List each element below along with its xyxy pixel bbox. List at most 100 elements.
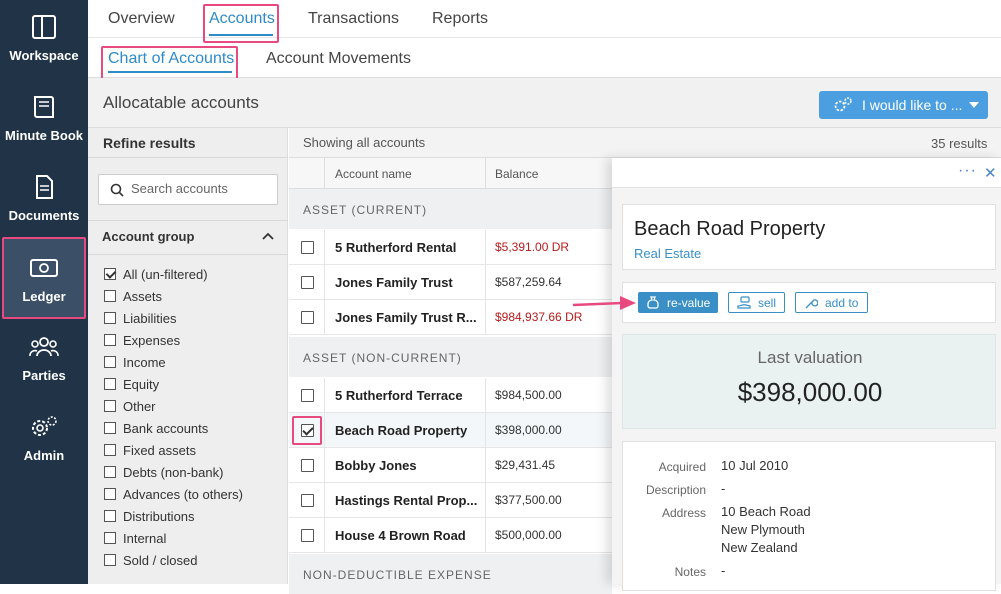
table-row[interactable]: Jones Family Trust $587,259.64 xyxy=(289,265,612,300)
page-title: Allocatable accounts xyxy=(103,93,259,112)
checkbox[interactable] xyxy=(104,532,116,544)
add-to-button[interactable]: add to xyxy=(795,292,868,313)
panel-toolbar: ··· ✕ xyxy=(612,158,1001,188)
table-header: Account name Balance xyxy=(289,158,612,189)
filter-internal[interactable]: Internal xyxy=(104,531,166,549)
row-checkbox[interactable] xyxy=(301,494,314,507)
account-name[interactable]: 5 Rutherford Terrace xyxy=(335,388,485,403)
filter-liabilities[interactable]: Liabilities xyxy=(104,311,176,329)
sidebar-item-workspace[interactable]: Workspace xyxy=(0,0,88,80)
more-options-icon[interactable]: ··· xyxy=(958,162,977,180)
checkbox[interactable] xyxy=(104,312,116,324)
acquired-value: 10 Jul 2010 xyxy=(721,458,789,473)
divider xyxy=(324,483,325,518)
row-checkbox[interactable] xyxy=(301,389,314,402)
account-title: Beach Road Property xyxy=(634,218,826,240)
revalue-button[interactable]: re-value xyxy=(638,292,718,313)
checkbox[interactable] xyxy=(104,466,116,478)
row-checkbox[interactable] xyxy=(301,459,314,472)
results-bar: Showing all accounts xyxy=(289,128,1001,158)
account-category-link[interactable]: Real Estate xyxy=(634,246,701,261)
column-account-name[interactable]: Account name xyxy=(335,167,412,181)
address-label: Address xyxy=(661,506,706,520)
column-divider xyxy=(324,158,325,189)
sidebar: Workspace Minute Book Documents Ledger P… xyxy=(0,0,88,584)
filter-sold-closed[interactable]: Sold / closed xyxy=(104,553,197,571)
checkbox[interactable] xyxy=(104,510,116,522)
sidebar-item-parties[interactable]: Parties xyxy=(0,320,88,400)
sell-button[interactable]: sell xyxy=(728,292,785,313)
account-name[interactable]: Bobby Jones xyxy=(335,458,485,473)
sidebar-item-label: Workspace xyxy=(9,48,79,63)
account-name[interactable]: Jones Family Trust R... xyxy=(335,310,485,325)
checkbox[interactable] xyxy=(104,444,116,456)
checkbox[interactable] xyxy=(104,400,116,412)
account-name[interactable]: Hastings Rental Prop... xyxy=(335,493,485,508)
filter-bank-accounts[interactable]: Bank accounts xyxy=(104,421,208,439)
workspace-icon xyxy=(32,15,56,39)
account-name[interactable]: Jones Family Trust xyxy=(335,275,485,290)
highlight-box xyxy=(101,46,238,82)
table-row[interactable]: 5 Rutherford Rental $5,391.00 DR xyxy=(289,230,612,265)
account-balance: $29,431.45 xyxy=(495,458,556,472)
tab-account-movements[interactable]: Account Movements xyxy=(266,50,411,68)
filter-all[interactable]: All (un-filtered) xyxy=(104,267,208,285)
sidebar-item-minute-book[interactable]: Minute Book xyxy=(0,80,88,160)
filter-fixed-assets[interactable]: Fixed assets xyxy=(104,443,196,461)
table-row[interactable]: Bobby Jones $29,431.45 xyxy=(289,448,612,483)
account-name[interactable]: House 4 Brown Road xyxy=(335,528,485,543)
checkbox[interactable] xyxy=(104,334,116,346)
tab-transactions[interactable]: Transactions xyxy=(308,10,399,28)
search-input[interactable] xyxy=(131,181,271,196)
column-balance[interactable]: Balance xyxy=(495,167,538,181)
filter-distributions[interactable]: Distributions xyxy=(104,509,195,527)
checkbox[interactable] xyxy=(104,290,116,302)
account-name[interactable]: 5 Rutherford Rental xyxy=(335,240,485,255)
filter-advances[interactable]: Advances (to others) xyxy=(104,487,243,505)
filter-debts[interactable]: Debts (non-bank) xyxy=(104,465,223,483)
divider xyxy=(324,378,325,413)
checkbox[interactable] xyxy=(104,554,116,566)
row-checkbox[interactable] xyxy=(301,311,314,324)
filter-label: Other xyxy=(123,399,156,414)
divider xyxy=(485,448,486,483)
table-row[interactable]: 5 Rutherford Terrace $984,500.00 xyxy=(289,378,612,413)
row-checkbox[interactable] xyxy=(301,276,314,289)
table-row[interactable]: Jones Family Trust R... $984,937.66 DR xyxy=(289,300,612,335)
filter-assets[interactable]: Assets xyxy=(104,289,162,307)
sidebar-item-documents[interactable]: Documents xyxy=(0,160,88,240)
row-checkbox[interactable] xyxy=(301,529,314,542)
divider xyxy=(324,230,325,265)
valuation-value: $398,000.00 xyxy=(737,377,883,407)
checkbox[interactable] xyxy=(104,488,116,500)
wrench-icon xyxy=(805,299,818,309)
filter-income[interactable]: Income xyxy=(104,355,166,373)
action-dropdown-button[interactable]: I would like to ... xyxy=(819,91,988,119)
divider xyxy=(485,413,486,448)
table-row[interactable]: Hastings Rental Prop... $377,500.00 xyxy=(289,483,612,518)
account-name[interactable]: Beach Road Property xyxy=(335,423,485,438)
search-box[interactable] xyxy=(98,174,278,205)
filter-expenses[interactable]: Expenses xyxy=(104,333,180,351)
filter-equity[interactable]: Equity xyxy=(104,377,159,395)
checkbox[interactable] xyxy=(104,356,116,368)
account-details-card: Acquired 10 Jul 2010 Description - Addre… xyxy=(622,441,996,591)
search-icon xyxy=(110,183,124,197)
close-icon[interactable]: ✕ xyxy=(984,164,997,182)
checkbox[interactable] xyxy=(104,268,116,280)
table-row-selected[interactable]: Beach Road Property $398,000.00 xyxy=(289,413,612,448)
filter-other[interactable]: Other xyxy=(104,399,156,417)
divider xyxy=(88,157,288,158)
tab-reports[interactable]: Reports xyxy=(432,10,488,28)
checkbox[interactable] xyxy=(104,378,116,390)
tab-overview[interactable]: Overview xyxy=(108,10,175,28)
checkbox[interactable] xyxy=(104,422,116,434)
book-icon xyxy=(34,96,54,118)
chevron-up-icon[interactable] xyxy=(262,232,274,240)
table-row[interactable]: House 4 Brown Road $500,000.00 xyxy=(289,518,612,553)
sidebar-item-ledger[interactable]: Ledger xyxy=(2,237,86,319)
row-checkbox[interactable] xyxy=(301,241,314,254)
account-balance: $500,000.00 xyxy=(495,528,562,542)
sidebar-item-admin[interactable]: Admin xyxy=(0,400,88,480)
divider xyxy=(485,518,486,553)
